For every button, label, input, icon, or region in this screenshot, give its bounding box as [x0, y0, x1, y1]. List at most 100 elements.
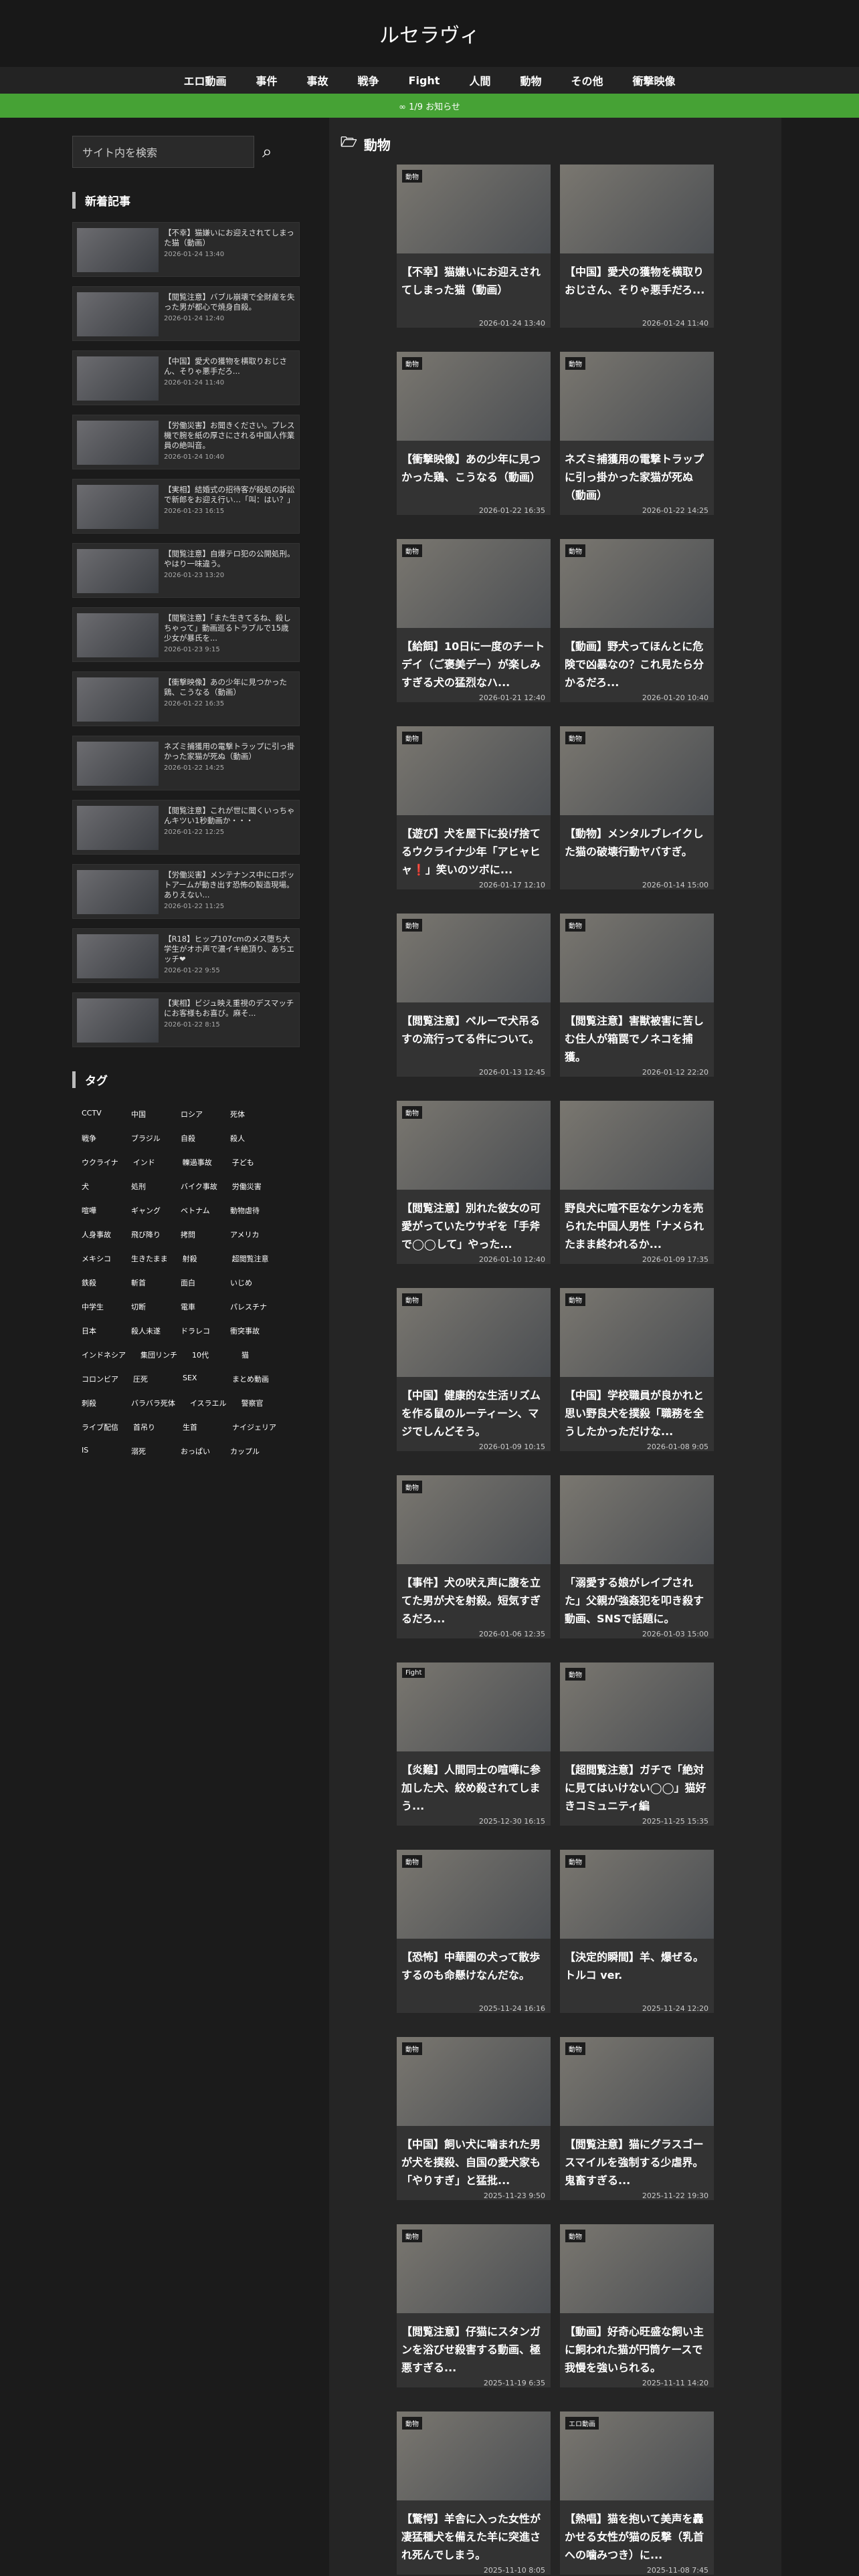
card-title[interactable]: 【閲覧注意】ペルーで犬吊るすの流行ってる件について。 — [397, 1002, 551, 1064]
nav-item[interactable]: エロ動画 — [183, 72, 226, 88]
card-title[interactable]: 「溺愛する娘がレイプされた」父親が強姦犯を叩き殺す動画、SNSで話題に。 — [560, 1564, 714, 1626]
post-card[interactable]: 動物 【動画】野犬ってほんとに危険で凶暴なの？これ見たら分かるだろ... 2026-… — [560, 539, 714, 702]
article-title[interactable]: 【閲覧注意】自爆テロ犯の公開処刑。やはり一味違う。 — [164, 549, 295, 569]
tag-link[interactable]: 圧死 — [128, 1369, 173, 1389]
card-image[interactable]: 動物 — [397, 2411, 551, 2501]
tag-link[interactable]: 首吊り — [128, 1417, 173, 1437]
card-image[interactable]: 動物 — [560, 1288, 714, 1378]
article-title[interactable]: 【衝撃映像】あの少年に見つかった鶏、こうなる（動画） — [164, 677, 295, 697]
card-image[interactable]: 動物 — [397, 539, 551, 629]
recent-article[interactable]: 【実相】結婚式の招待客が殺処の訴訟で新郎をお迎え行い…「叫：はい？」 2026-0… — [72, 479, 300, 534]
tag-link[interactable]: 電車 — [175, 1297, 221, 1317]
nav-item[interactable]: 人間 — [469, 72, 490, 88]
post-card[interactable]: 動物 【閲覧注意】害獣被害に苦しむ住人が箱罠でノネコを捕獲。 2026-01-12 … — [560, 914, 714, 1077]
tag-link[interactable]: バイク事故 — [175, 1176, 223, 1196]
tag-link[interactable]: 10代 — [187, 1345, 232, 1365]
card-title[interactable]: 【閲覧注意】別れた彼女の可愛がっていたウサギを「手斧で◯◯して」やった... — [397, 1190, 551, 1251]
post-card[interactable]: 動物 【中国】学校職員が良かれと思い野良犬を撲殺「職務を全うしたかっただけな...… — [560, 1288, 714, 1451]
search-input[interactable]: サイト内を検索 — [72, 136, 254, 168]
post-card[interactable]: 動物 【衝撃映像】あの少年に見つかった鶏、こうなる（動画） 2026-01-22 1… — [397, 352, 551, 515]
article-thumbnail[interactable] — [77, 549, 159, 593]
tag-link[interactable]: 轢過事故 — [177, 1152, 223, 1172]
card-image[interactable] — [560, 165, 714, 254]
article-title[interactable]: 【労働災害】お聞きください。プレス機で腕を紙の厚さにされる中国人作業員の絶叫音。 — [164, 421, 295, 451]
card-image[interactable]: 動物 — [397, 1475, 551, 1565]
card-title[interactable]: 【驚愕】羊舎に入った女性が凄猛種犬を備えた羊に突進され死んでしまう。 — [397, 2500, 551, 2562]
post-card[interactable]: 動物 【超閲覧注意】ガチで「絶対に見てはいけない◯◯」猫好きコミュニティ編 2025… — [560, 1662, 714, 1826]
nav-item[interactable]: Fight — [409, 74, 440, 87]
tag-link[interactable]: SEX — [177, 1369, 223, 1389]
card-image[interactable]: 動物 — [397, 1850, 551, 1939]
tag-link[interactable]: 戦争 — [76, 1128, 122, 1148]
notice-bar[interactable]: ∞ 1/9 お知らせ — [0, 94, 859, 118]
tag-link[interactable]: IS — [76, 1441, 122, 1461]
tag-link[interactable]: ライブ配信 — [76, 1417, 124, 1437]
tag-link[interactable]: 斬首 — [126, 1273, 171, 1293]
card-image[interactable]: 動物 — [560, 1850, 714, 1939]
card-title[interactable]: 【遊び】犬を屋下に投げ捨てるウクライナ少年「アヒャヒャ❗」笑いのツボに... — [397, 815, 551, 877]
nav-item[interactable]: 衝撃映像 — [633, 72, 676, 88]
post-card[interactable]: 動物 【動物】メンタルブレイクした猫の破壊行動ヤバすぎ。 2026-01-14 15… — [560, 726, 714, 889]
tag-link[interactable]: 拷問 — [175, 1224, 221, 1245]
tag-link[interactable]: 超閲覧注意 — [227, 1249, 274, 1269]
card-title[interactable]: 【動画】好奇心旺盛な飼い主に飼われた猫が円筒ケースで我慢を強いられる。 — [560, 2313, 714, 2375]
post-card[interactable]: 動物 【事件】犬の吠え声に腹を立てた男が犬を射殺。短気すぎるだろ... 2026-0… — [397, 1475, 551, 1638]
post-card[interactable]: 動物 【不幸】猫嫌いにお迎えされてしまった猫（動画） 2026-01-24 13:4… — [397, 165, 551, 328]
tag-link[interactable]: 人身事故 — [76, 1224, 122, 1245]
recent-article[interactable]: 【実相】ビジュ映え重視のデスマッチにお客様もお喜び。麻そ... 2026-01-2… — [72, 992, 300, 1047]
card-image[interactable]: 動物 — [560, 539, 714, 629]
tag-link[interactable]: インドネシア — [76, 1345, 131, 1365]
card-image[interactable]: 動物 — [560, 726, 714, 816]
recent-article[interactable]: 【労働災害】メンテナンス中にロボットアームが動き出す恐怖の製造現場。ありえない.… — [72, 864, 300, 919]
card-title[interactable]: 【決定的瞬間】羊、爆ぜる。トルコ ver. — [560, 1939, 714, 2000]
card-image[interactable]: 動物 — [397, 1288, 551, 1378]
article-thumbnail[interactable] — [77, 742, 159, 786]
tag-link[interactable]: ロシア — [175, 1104, 221, 1124]
tag-link[interactable]: 殺人未遂 — [126, 1321, 171, 1341]
card-image[interactable]: 動物 — [560, 2037, 714, 2127]
tag-link[interactable]: 飛び降り — [126, 1224, 171, 1245]
tag-link[interactable]: 鉄殺 — [76, 1273, 122, 1293]
article-title[interactable]: 【実相】ビジュ映え重視のデスマッチにお客様もお喜び。麻そ... — [164, 998, 295, 1018]
recent-article[interactable]: 【衝撃映像】あの少年に見つかった鶏、こうなる（動画） 2026-01-22 16:… — [72, 671, 300, 726]
card-title[interactable]: 【閲覧注意】仔猫にスタンガンを浴びせ殺害する動画、極悪すぎる... — [397, 2313, 551, 2375]
tag-link[interactable]: コロンビア — [76, 1369, 124, 1389]
article-title[interactable]: 【中国】愛犬の獲物を横取りおじさん、そりゃ悪手だろ... — [164, 356, 295, 377]
tag-link[interactable]: ベトナム — [175, 1200, 221, 1220]
article-thumbnail[interactable] — [77, 485, 159, 529]
post-card[interactable]: 動物 【動画】好奇心旺盛な飼い主に飼われた猫が円筒ケースで我慢を強いられる。 202… — [560, 2224, 714, 2387]
card-title[interactable]: 【炎難】人間同士の喧嘩に参加した犬、絞め殺されてしまう... — [397, 1751, 551, 1813]
site-title[interactable]: ルセラヴィ — [379, 19, 480, 48]
tag-link[interactable]: まとめ動画 — [227, 1369, 274, 1389]
card-image[interactable]: エロ動画 — [560, 2411, 714, 2501]
tag-link[interactable]: アメリカ — [225, 1224, 270, 1245]
nav-item[interactable]: 動物 — [520, 72, 541, 88]
tag-link[interactable]: 殺人 — [225, 1128, 270, 1148]
post-card[interactable]: 動物 【閲覧注意】猫にグラスゴースマイルを強制する少虐界。鬼畜すぎる... 2025… — [560, 2037, 714, 2200]
article-thumbnail[interactable] — [77, 998, 159, 1043]
tag-link[interactable]: 切断 — [126, 1297, 171, 1317]
card-title[interactable]: 【動画】野犬ってほんとに危険で凶暴なの？これ見たら分かるだろ... — [560, 628, 714, 689]
article-thumbnail[interactable] — [77, 292, 159, 336]
tag-link[interactable]: 喧嘩 — [76, 1200, 122, 1220]
tag-link[interactable]: パレスチナ — [225, 1297, 272, 1317]
card-image[interactable]: 動物 — [560, 914, 714, 1003]
tag-link[interactable]: 自殺 — [175, 1128, 221, 1148]
tag-link[interactable]: 集団リンチ — [135, 1345, 183, 1365]
card-title[interactable]: 【給餌】10日に一度のチートデイ（ご褒美デー）が楽しみすぎる犬の猛烈なハ... — [397, 628, 551, 689]
recent-article[interactable]: 【R18】ヒップ107cmのメス堕ち大学生がオホ声で濃イキ絶頂り、あちエッチ❤ 2… — [72, 928, 300, 983]
post-card[interactable]: 動物 【恐怖】中華圏の犬って散歩するのも命懸けなんだな。 2025-11-24 16… — [397, 1850, 551, 2013]
post-card[interactable]: 【中国】愛犬の獲物を横取りおじさん、そりゃ悪手だろ... 2026-01-24 1… — [560, 165, 714, 328]
post-card[interactable]: 動物 【遊び】犬を屋下に投げ捨てるウクライナ少年「アヒャヒャ❗」笑いのツボに...… — [397, 726, 551, 889]
tag-link[interactable]: 刺殺 — [76, 1393, 122, 1413]
post-card[interactable]: 動物 【中国】健康的な生活リズムを作る鼠のルーティーン、マジでしんどそう。 2026… — [397, 1288, 551, 1451]
tag-link[interactable]: 生首 — [177, 1417, 223, 1437]
article-title[interactable]: 【閲覧注意】「また生きてるね、殺しちゃって」動画巡るトラブルで15歳少女が暴氏を… — [164, 613, 295, 643]
card-image[interactable]: 動物 — [560, 352, 714, 441]
card-image[interactable]: 動物 — [560, 1662, 714, 1752]
card-image[interactable]: 動物 — [397, 165, 551, 254]
tag-link[interactable]: 猫 — [236, 1345, 282, 1365]
search-icon[interactable]: ⌕ — [262, 142, 272, 163]
card-title[interactable]: 【事件】犬の吠え声に腹を立てた男が犬を射殺。短気すぎるだろ... — [397, 1564, 551, 1626]
tag-link[interactable]: 衝突事故 — [225, 1321, 270, 1341]
